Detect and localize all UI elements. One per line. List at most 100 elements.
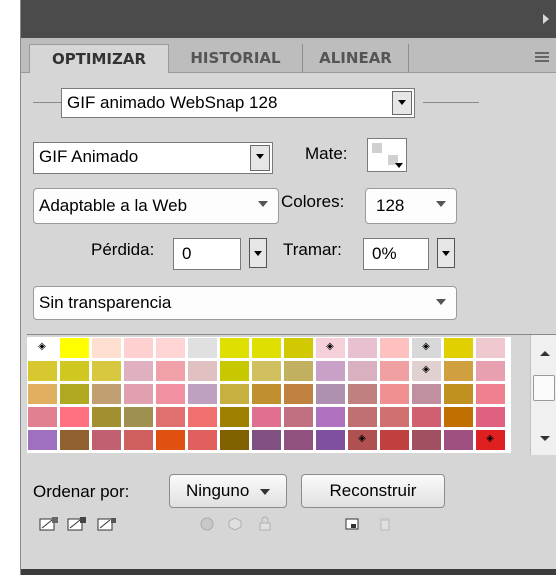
color-swatch[interactable] [187, 406, 218, 428]
color-swatch[interactable] [283, 383, 314, 405]
color-swatch[interactable] [59, 360, 90, 382]
color-swatch[interactable] [315, 429, 346, 451]
color-swatch[interactable] [443, 360, 474, 382]
tab-alinear[interactable]: ALINEAR [303, 44, 409, 72]
color-swatch[interactable] [315, 383, 346, 405]
color-swatch[interactable] [27, 383, 58, 405]
lock-color-icon[interactable] [67, 516, 87, 532]
color-swatch[interactable] [347, 360, 378, 382]
color-swatch[interactable] [219, 383, 250, 405]
palette-select[interactable]: Adaptable a la Web [33, 188, 279, 224]
color-swatch[interactable] [91, 383, 122, 405]
color-swatch[interactable] [443, 429, 474, 451]
tab-historial[interactable]: HISTORIAL [169, 44, 303, 72]
panel-menu-icon[interactable] [535, 52, 549, 62]
rebuild-button[interactable]: Reconstruir [301, 474, 445, 508]
color-swatch[interactable] [59, 383, 90, 405]
color-swatch[interactable] [219, 337, 250, 359]
color-swatch[interactable] [155, 337, 186, 359]
sort-select[interactable]: Ninguno [169, 474, 287, 508]
color-swatch[interactable]: ◈ [475, 429, 506, 451]
matte-swatch[interactable] [367, 138, 407, 172]
preset-select[interactable]: GIF animado WebSnap 128 [61, 88, 415, 118]
color-swatch[interactable] [443, 337, 474, 359]
color-swatch[interactable] [379, 360, 410, 382]
color-swatch[interactable] [379, 337, 410, 359]
color-swatch[interactable] [59, 429, 90, 451]
transparency-select[interactable]: Sin transparencia [33, 286, 457, 320]
color-swatch[interactable] [251, 337, 282, 359]
color-swatch[interactable] [219, 360, 250, 382]
color-swatch[interactable] [379, 406, 410, 428]
color-swatch[interactable] [443, 383, 474, 405]
color-swatch[interactable] [123, 337, 154, 359]
color-swatch[interactable] [251, 383, 282, 405]
color-swatch[interactable] [155, 429, 186, 451]
color-swatch[interactable] [27, 429, 58, 451]
color-swatch[interactable] [91, 360, 122, 382]
color-swatch[interactable] [251, 360, 282, 382]
scroll-down-icon[interactable] [540, 436, 550, 441]
color-swatch[interactable] [91, 429, 122, 451]
color-swatch[interactable] [123, 406, 154, 428]
color-swatch[interactable] [123, 383, 154, 405]
color-swatch[interactable] [379, 383, 410, 405]
edit-color-icon[interactable] [39, 516, 59, 532]
format-select[interactable]: GIF Animado [33, 142, 273, 174]
color-swatch[interactable] [91, 406, 122, 428]
color-swatch[interactable] [411, 406, 442, 428]
collapse-arrow-icon[interactable] [543, 14, 549, 24]
color-swatch[interactable] [379, 429, 410, 451]
color-swatch[interactable] [475, 360, 506, 382]
color-swatch[interactable] [347, 383, 378, 405]
loss-slider-button[interactable] [249, 238, 267, 268]
color-swatch[interactable] [155, 383, 186, 405]
color-swatch[interactable] [283, 337, 314, 359]
tab-optimizar[interactable]: OPTIMIZAR [29, 44, 169, 73]
color-swatch[interactable] [219, 406, 250, 428]
vertical-scrollbar[interactable] [530, 335, 556, 455]
colors-select[interactable]: 128 [365, 188, 457, 224]
color-swatch[interactable] [315, 360, 346, 382]
color-swatch[interactable] [123, 429, 154, 451]
color-swatch[interactable] [347, 406, 378, 428]
snap-web-icon[interactable] [97, 516, 117, 532]
color-swatch[interactable] [59, 406, 90, 428]
color-swatch[interactable] [475, 406, 506, 428]
color-swatch[interactable] [251, 406, 282, 428]
color-swatch[interactable] [475, 337, 506, 359]
add-swatch-icon[interactable] [343, 516, 363, 532]
color-swatch[interactable] [283, 429, 314, 451]
color-swatch[interactable] [315, 406, 346, 428]
color-swatch[interactable] [187, 383, 218, 405]
loss-input[interactable]: 0 [173, 238, 241, 270]
dither-slider-button[interactable] [437, 238, 455, 268]
color-swatch[interactable]: ◈ [347, 429, 378, 451]
color-swatch[interactable] [27, 406, 58, 428]
color-swatch[interactable] [91, 337, 122, 359]
color-swatch[interactable] [283, 360, 314, 382]
color-swatch[interactable]: ◈ [411, 360, 442, 382]
color-swatch[interactable] [251, 429, 282, 451]
color-swatch[interactable] [59, 337, 90, 359]
scroll-up-icon[interactable] [540, 351, 550, 356]
color-swatch[interactable] [187, 360, 218, 382]
color-swatch[interactable] [283, 406, 314, 428]
color-swatch[interactable] [187, 429, 218, 451]
color-swatch[interactable] [219, 429, 250, 451]
scroll-thumb[interactable] [533, 375, 555, 401]
color-swatch[interactable]: ◈ [315, 337, 346, 359]
color-swatch[interactable] [123, 360, 154, 382]
dither-input[interactable]: 0% [363, 238, 429, 270]
color-swatch[interactable] [27, 360, 58, 382]
color-swatch[interactable] [475, 383, 506, 405]
color-swatch[interactable] [443, 406, 474, 428]
color-swatch[interactable] [411, 383, 442, 405]
color-swatch[interactable] [411, 429, 442, 451]
color-swatch[interactable] [155, 406, 186, 428]
color-swatch[interactable]: ◈ [411, 337, 442, 359]
color-swatch[interactable]: ◈ [27, 337, 58, 359]
color-swatch[interactable] [187, 337, 218, 359]
color-swatch[interactable] [155, 360, 186, 382]
color-swatch[interactable] [347, 337, 378, 359]
